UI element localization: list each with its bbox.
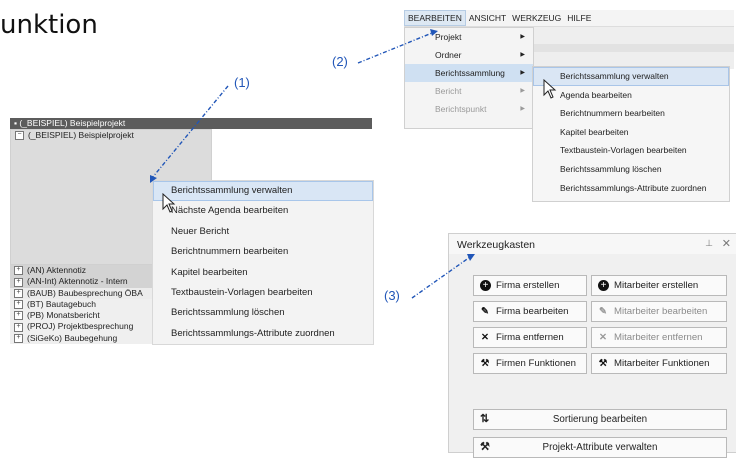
annotation-arrows: [150, 29, 475, 299]
annotation-label-3: (3): [384, 288, 400, 303]
annotation-label-1: (1): [234, 75, 250, 90]
annotation-label-2: (2): [332, 54, 348, 69]
